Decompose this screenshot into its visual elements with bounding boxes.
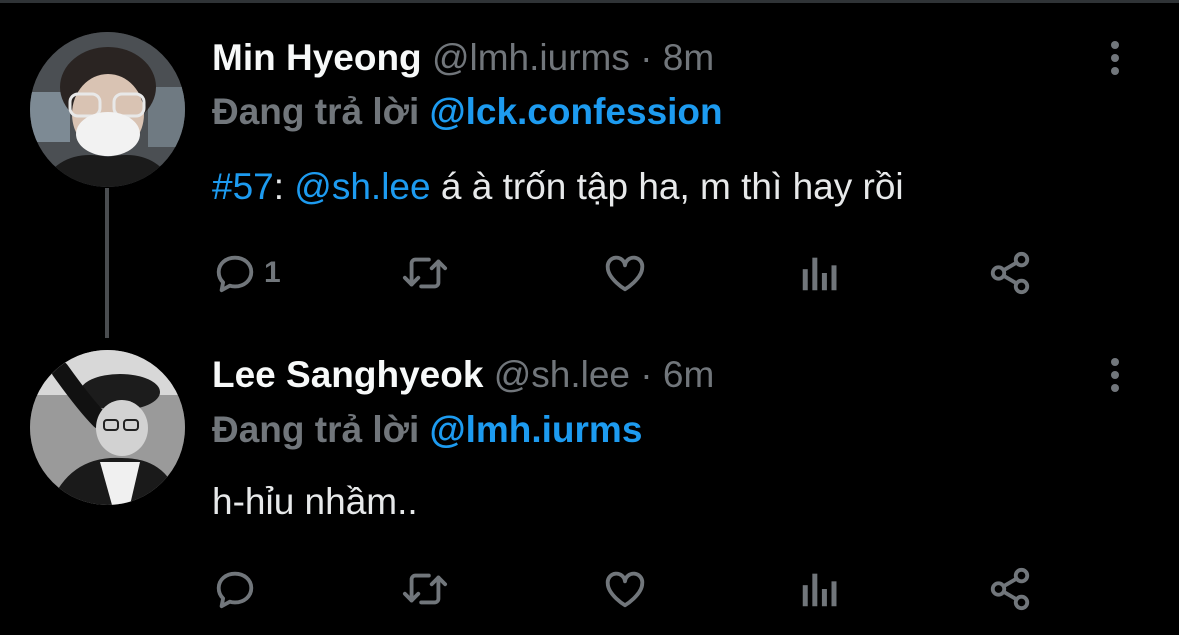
body-text: h-hỉu nhầm.. bbox=[212, 481, 418, 522]
analytics-button[interactable] bbox=[800, 248, 840, 298]
reply-icon bbox=[216, 255, 254, 293]
avatar[interactable] bbox=[30, 32, 185, 187]
reply-count: 1 bbox=[264, 256, 281, 289]
author-name[interactable]: Min Hyeong bbox=[212, 37, 422, 78]
tweet[interactable]: Min Hyeong @lmh.iurms · 8m Đang trả lời … bbox=[0, 0, 1179, 338]
body-text: á à trốn tập ha, m thì hay rồi bbox=[430, 166, 904, 207]
replying-to: Đang trả lời @lmh.iurms bbox=[212, 408, 642, 452]
reply-button[interactable] bbox=[212, 564, 264, 614]
avatar[interactable] bbox=[30, 350, 185, 505]
replying-to: Đang trả lời @lck.confession bbox=[212, 90, 723, 134]
tweet-text: #57: @sh.lee á à trốn tập ha, m thì hay … bbox=[212, 165, 904, 209]
reply-icon bbox=[216, 571, 254, 609]
retweet-icon bbox=[402, 257, 448, 289]
retweet-button[interactable] bbox=[400, 248, 450, 298]
tweet-header: Lee Sanghyeok @sh.lee · 6m bbox=[212, 353, 714, 397]
separator: · bbox=[640, 37, 653, 78]
share-icon bbox=[990, 567, 1030, 611]
hashtag[interactable]: #57 bbox=[212, 166, 274, 207]
colon-text: : bbox=[273, 166, 295, 207]
timestamp[interactable]: 6m bbox=[663, 354, 714, 395]
tweet-header: Min Hyeong @lmh.iurms · 8m bbox=[212, 36, 714, 80]
mention[interactable]: @sh.lee bbox=[294, 166, 430, 207]
reply-prefix: Đang trả lời bbox=[212, 91, 420, 132]
tweet[interactable]: Lee Sanghyeok @sh.lee · 6m Đang trả lời … bbox=[0, 320, 1179, 635]
timestamp[interactable]: 8m bbox=[663, 37, 714, 78]
like-icon bbox=[605, 571, 645, 608]
like-button[interactable] bbox=[602, 248, 648, 298]
reply-to-handle[interactable]: @lck.confession bbox=[430, 91, 723, 132]
more-options-icon[interactable] bbox=[1100, 38, 1130, 78]
author-handle[interactable]: @lmh.iurms bbox=[432, 37, 630, 78]
separator: · bbox=[640, 354, 653, 395]
author-handle[interactable]: @sh.lee bbox=[494, 354, 630, 395]
tweet-actions: 1 bbox=[212, 248, 1062, 298]
like-icon bbox=[605, 255, 645, 292]
tweet-text: h-hỉu nhầm.. bbox=[212, 480, 418, 524]
reply-prefix: Đang trả lời bbox=[212, 409, 420, 450]
tweet-actions bbox=[212, 564, 1062, 614]
more-options-icon[interactable] bbox=[1100, 355, 1130, 395]
analytics-button[interactable] bbox=[800, 564, 840, 614]
like-button[interactable] bbox=[602, 564, 648, 614]
reply-to-handle[interactable]: @lmh.iurms bbox=[430, 409, 643, 450]
analytics-icon bbox=[802, 257, 837, 291]
share-icon bbox=[990, 251, 1030, 295]
author-name[interactable]: Lee Sanghyeok bbox=[212, 354, 483, 395]
thread-connector bbox=[105, 188, 109, 338]
share-button[interactable] bbox=[987, 564, 1033, 614]
analytics-icon bbox=[802, 573, 837, 607]
retweet-button[interactable] bbox=[400, 564, 450, 614]
reply-button[interactable]: 1 bbox=[212, 248, 281, 298]
retweet-icon bbox=[402, 573, 448, 605]
share-button[interactable] bbox=[987, 248, 1033, 298]
